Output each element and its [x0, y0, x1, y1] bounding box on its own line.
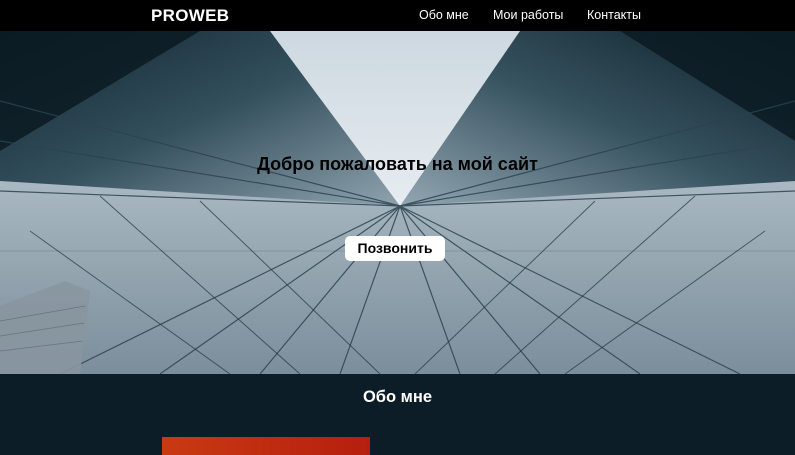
hero-section: Добро пожаловать на мой сайт Позвонить — [0, 31, 795, 374]
hero-title: Добро пожаловать на мой сайт — [257, 154, 538, 174]
about-image-placeholder — [162, 437, 370, 455]
call-button[interactable]: Позвонить — [345, 236, 445, 261]
about-title: Обо мне — [362, 388, 433, 406]
about-section: Обо мне — [0, 374, 795, 455]
site-logo[interactable]: PROWEB — [151, 6, 229, 26]
page: PROWEB Обо мне Мои работы Контакты Добро… — [0, 0, 795, 455]
hero-background-image — [0, 31, 795, 374]
site-header: PROWEB Обо мне Мои работы Контакты — [0, 0, 795, 31]
nav-link-contacts[interactable]: Контакты — [587, 8, 641, 22]
nav-link-about[interactable]: Обо мне — [419, 8, 469, 22]
nav-link-works[interactable]: Мои работы — [493, 8, 563, 22]
